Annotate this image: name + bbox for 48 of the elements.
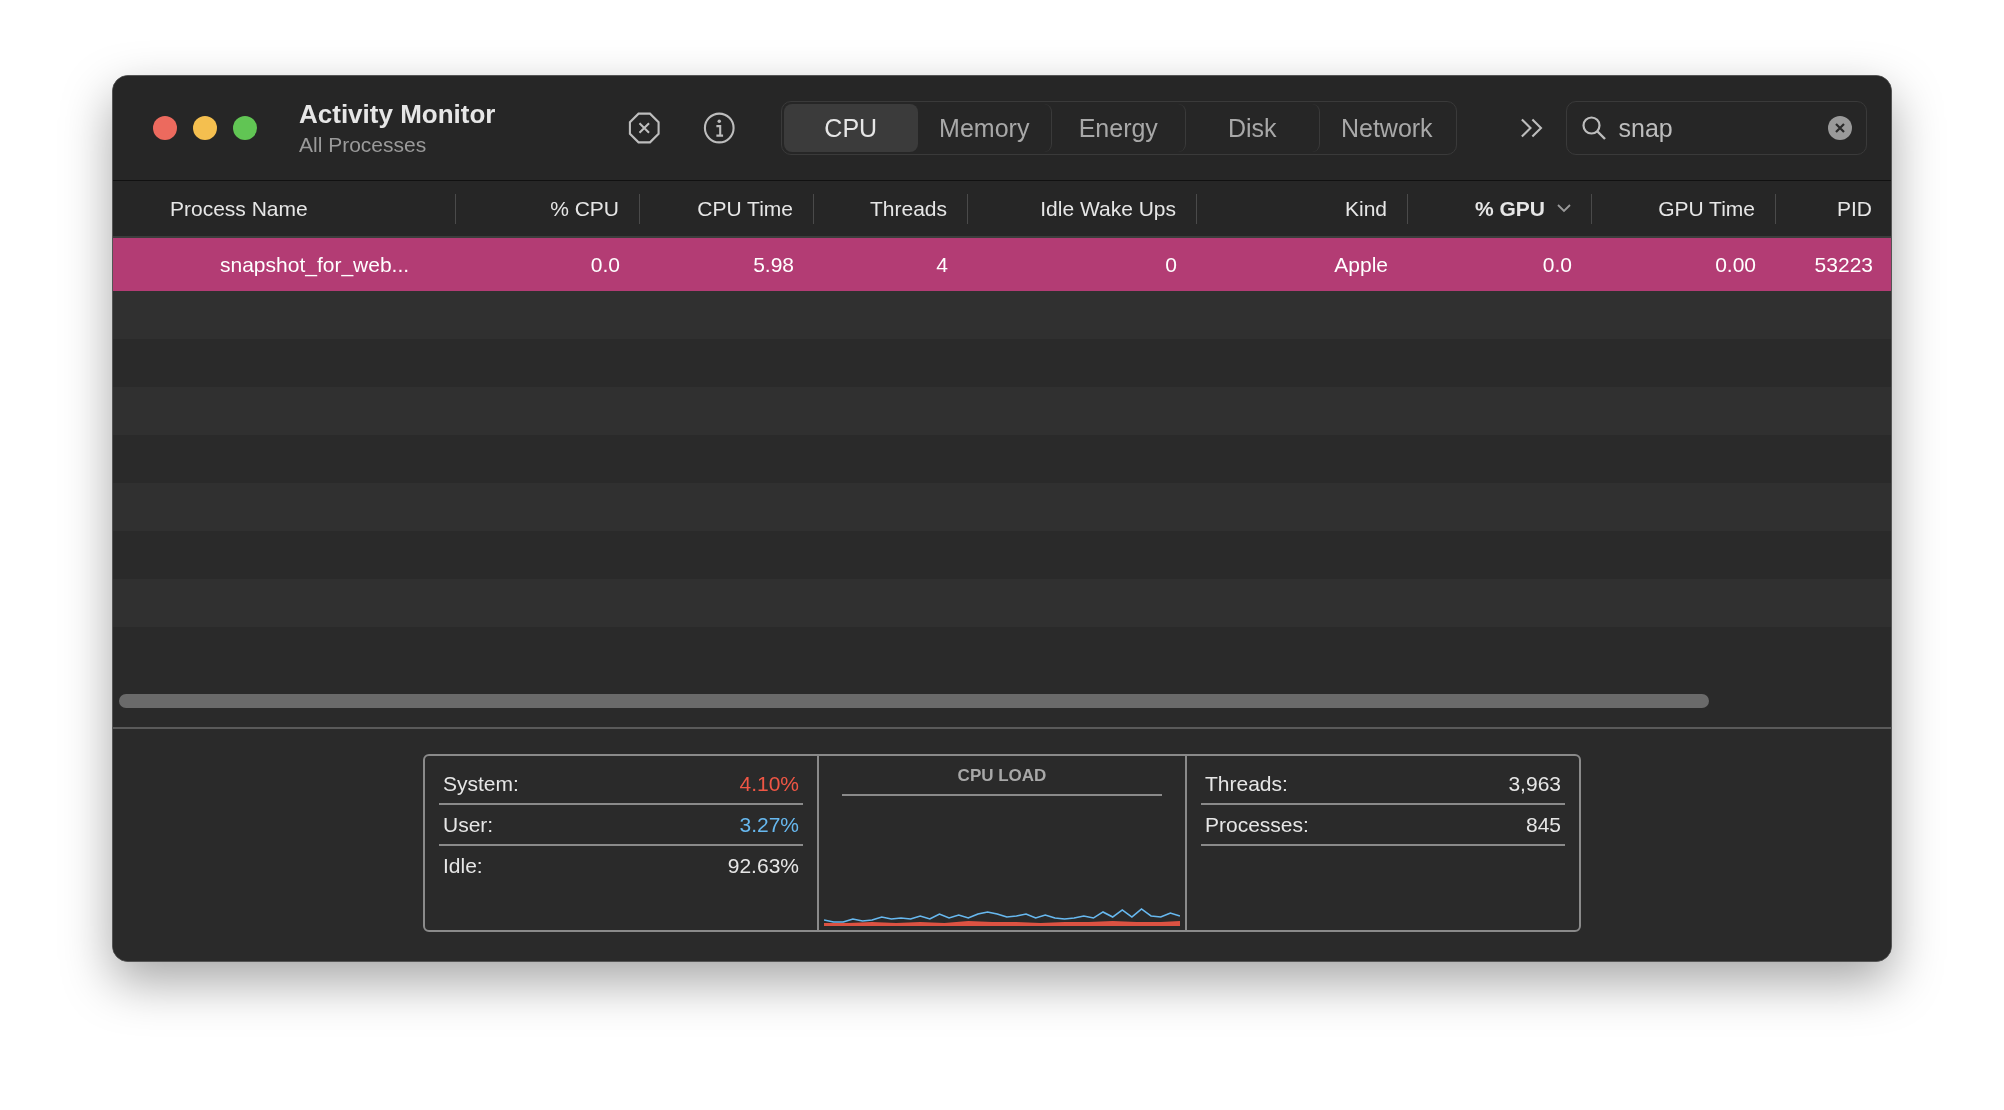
table-cell-text: 0 — [1164, 252, 1178, 277]
chart-title: CPU LOAD — [842, 766, 1162, 796]
tab[interactable]: CPU — [783, 104, 918, 152]
stat-value: 845 — [1525, 813, 1561, 837]
table-cell-text: 0.00 — [1714, 252, 1757, 277]
minimize-window-button[interactable] — [193, 116, 217, 140]
table-cell-text: 5.98 — [752, 252, 795, 277]
table-cell-text: Apple — [1333, 252, 1389, 277]
column-header[interactable]: PID — [1776, 193, 1891, 224]
stop-process-icon[interactable] — [627, 111, 661, 145]
tab[interactable]: Energy — [1051, 104, 1186, 152]
close-window-button[interactable] — [153, 116, 177, 140]
search-icon — [1580, 115, 1607, 141]
column-header[interactable]: Kind — [1197, 193, 1408, 224]
table-cell-text: 0.0 — [589, 252, 621, 277]
table-cell-text: 53223 — [1813, 252, 1874, 277]
column-header[interactable]: Threads — [814, 193, 968, 224]
table-cell-text: snapshot_for_web... — [219, 252, 411, 277]
search-text: snap — [1618, 113, 1674, 143]
column-header[interactable]: Idle Wake Ups — [968, 193, 1197, 224]
tab[interactable]: Disk — [1185, 104, 1320, 152]
column-header[interactable]: GPU Time — [1592, 193, 1776, 224]
window-subtitle: All Processes — [299, 133, 428, 157]
chevron-down-icon — [1557, 204, 1571, 213]
tab[interactable]: Network — [1319, 104, 1454, 152]
stat-label: Idle: — [443, 854, 483, 878]
table-cell-text: 0.0 — [1541, 252, 1573, 277]
stat-label: User: — [443, 813, 494, 837]
info-icon[interactable] — [703, 111, 736, 145]
column-header[interactable]: % CPU — [456, 193, 640, 224]
window-title: Activity Monitor — [299, 99, 497, 130]
clear-icon[interactable] — [1828, 116, 1852, 140]
table-row[interactable]: snapshot_for_web... 0.0 5.98 4 0 Apple 0.0 0.00 53223 — [113, 238, 1891, 291]
stat-label: Processes: — [1205, 813, 1309, 837]
table-cell-text: 4 — [935, 252, 949, 277]
column-header[interactable]: CPU Time — [640, 193, 814, 224]
stat-value: 4.10% — [739, 772, 799, 796]
zoom-window-button[interactable] — [233, 116, 257, 140]
tab[interactable]: Memory — [917, 104, 1052, 152]
stat-value: 92.63% — [727, 854, 799, 878]
stat-value: 3,963 — [1508, 772, 1561, 796]
stat-label: Threads: — [1205, 772, 1288, 796]
stat-label: System: — [443, 772, 519, 796]
column-header[interactable]: % GPU — [1408, 193, 1592, 224]
stat-value: 3.27% — [739, 813, 799, 837]
scrollbar-thumb[interactable] — [119, 694, 1709, 708]
search-field[interactable]: snap — [1565, 101, 1867, 155]
column-header[interactable]: Process Name — [113, 193, 456, 224]
